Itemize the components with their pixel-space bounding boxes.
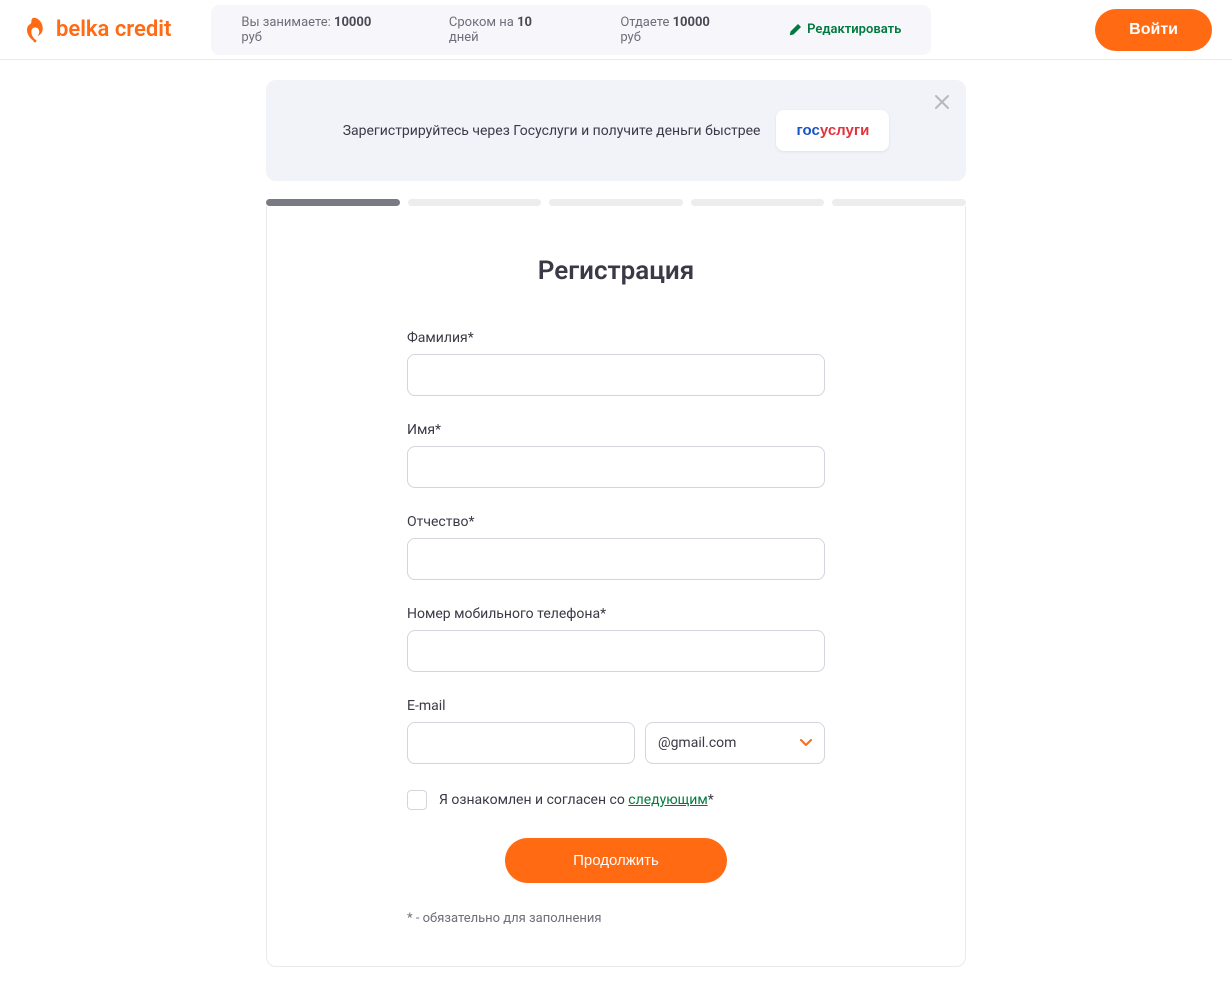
- close-icon[interactable]: [934, 94, 950, 115]
- firstname-field-group: Имя*: [407, 422, 825, 488]
- email-domain-select[interactable]: @gmail.com: [645, 722, 825, 764]
- page-title: Регистрация: [407, 256, 825, 286]
- phone-input[interactable]: [407, 630, 825, 672]
- page-header: belka credit Вы занимаете: 10000 руб Сро…: [0, 0, 1232, 60]
- lastname-label: Фамилия*: [407, 330, 825, 346]
- pencil-icon: [789, 24, 801, 36]
- chevron-down-icon: [800, 736, 812, 750]
- progress-steps: [266, 199, 966, 206]
- registration-form: Регистрация Фамилия* Имя* Отчество* Номе…: [266, 206, 966, 967]
- brand-name: belka credit: [56, 17, 171, 42]
- squirrel-icon: [20, 16, 48, 44]
- borrow-info: Вы занимаете: 10000 руб: [241, 15, 389, 45]
- progress-step-1: [266, 199, 400, 206]
- lastname-field-group: Фамилия*: [407, 330, 825, 396]
- progress-step-4: [691, 199, 825, 206]
- consent-checkbox[interactable]: [407, 790, 427, 810]
- progress-step-3: [549, 199, 683, 206]
- consent-link[interactable]: следующим: [628, 792, 707, 808]
- repay-info: Отдаете 10000 руб: [620, 15, 729, 45]
- edit-link[interactable]: Редактировать: [789, 22, 901, 37]
- phone-field-group: Номер мобильного телефона*: [407, 606, 825, 672]
- progress-step-5: [832, 199, 966, 206]
- patronymic-field-group: Отчество*: [407, 514, 825, 580]
- consent-row: Я ознакомлен и согласен со следующим*: [407, 790, 825, 810]
- brand-logo[interactable]: belka credit: [20, 16, 171, 44]
- term-info: Сроком на 10 дней: [449, 15, 560, 45]
- patronymic-input[interactable]: [407, 538, 825, 580]
- banner-text: Зарегистрируйтесь через Госуслуги и полу…: [343, 123, 761, 139]
- required-footnote: * - обязательно для заполнения: [407, 911, 825, 926]
- consent-label: Я ознакомлен и согласен со следующим*: [439, 792, 714, 808]
- login-button[interactable]: Войти: [1095, 9, 1212, 51]
- email-domain-value: @gmail.com: [658, 735, 736, 751]
- firstname-label: Имя*: [407, 422, 825, 438]
- gosuslugi-banner: Зарегистрируйтесь через Госуслуги и полу…: [266, 80, 966, 181]
- lastname-input[interactable]: [407, 354, 825, 396]
- email-field-group: E-mail @gmail.com: [407, 698, 825, 764]
- phone-label: Номер мобильного телефона*: [407, 606, 825, 622]
- patronymic-label: Отчество*: [407, 514, 825, 530]
- firstname-input[interactable]: [407, 446, 825, 488]
- email-label: E-mail: [407, 698, 825, 714]
- gosuslugi-button[interactable]: госуслуги: [776, 110, 889, 151]
- continue-button[interactable]: Продолжить: [505, 838, 727, 883]
- progress-step-2: [408, 199, 542, 206]
- email-input[interactable]: [407, 722, 635, 764]
- loan-info-bar: Вы занимаете: 10000 руб Сроком на 10 дне…: [211, 5, 931, 55]
- main-container: Зарегистрируйтесь через Госуслуги и полу…: [266, 80, 966, 967]
